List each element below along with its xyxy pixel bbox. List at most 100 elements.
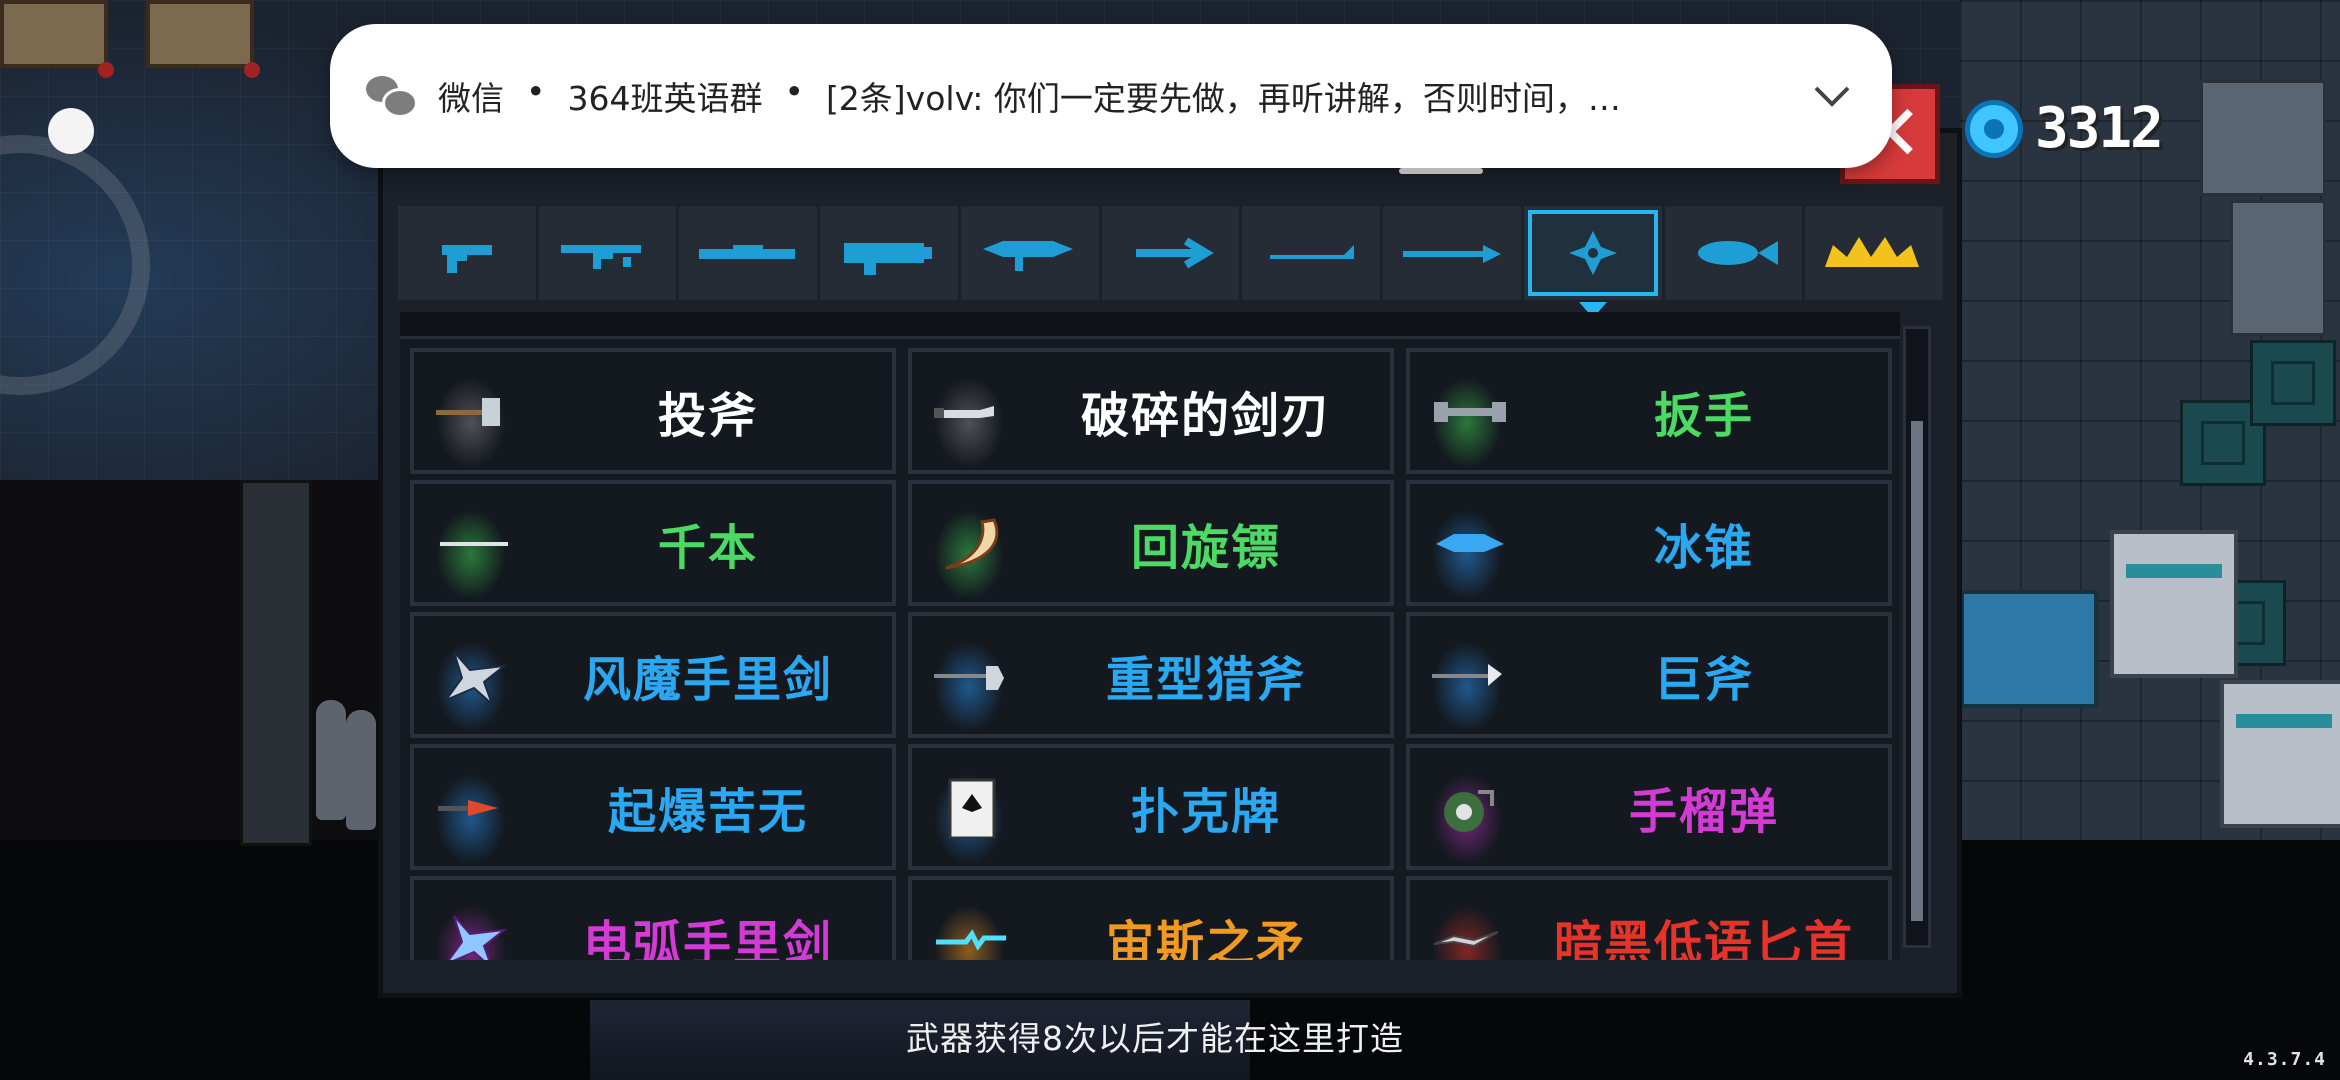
weapon-item[interactable]: 宙斯之矛 [908,876,1394,960]
zeus-spear-icon [930,910,1014,960]
cabinet-prop [2110,530,2238,678]
notification-text: 微信 • 364班英语群 • [2条]volv: 你们一定要先做，再听讲解，否则… [438,72,1788,120]
weapon-name: 扑克牌 [1130,784,1281,840]
weapon-list-scrollbar[interactable] [1903,326,1931,948]
weapon-list[interactable]: 投斧 破碎的剑刃 扳手千本 回旋镖 冰锥风魔手里剑 重型猎斧 巨斧起爆苦无 扑克牌 手榴弹电弧手… [400,312,1900,960]
weapon-item[interactable]: 扳手 [1406,348,1892,474]
throwing-star-icon [1568,231,1617,275]
weapon-item[interactable]: 扑克牌 [908,744,1394,870]
weapon-name: 投斧 [657,388,758,444]
weapon-name: 千本 [657,520,758,576]
notification-banner[interactable]: 微信 • 364班英语群 • [2条]volv: 你们一定要先做，再听讲解，否则… [330,24,1892,174]
drag-handle[interactable] [1399,168,1483,174]
dark-whisper-dagger-icon [1428,910,1512,960]
wall-certificate [0,0,114,78]
weapon-item[interactable]: 重型猎斧 [908,612,1394,738]
wechat-icon [366,74,418,118]
weapon-tab[interactable] [1523,206,1662,318]
gem-counter: 3312 [1965,96,2164,161]
weapon-tab[interactable] [1664,206,1803,300]
weapon-item[interactable]: 巨斧 [1406,612,1892,738]
weapon-tab[interactable] [1805,206,1944,300]
poker-card-icon [930,778,1014,838]
explosive-kunai-icon [432,778,516,838]
chevron-down-icon[interactable] [1812,76,1852,116]
fish-icon [1698,241,1779,265]
assault-rifle-icon [560,245,641,269]
weapon-name: 电弧手里剑 [582,916,833,960]
weapon-grid: 投斧 破碎的剑刃 扳手千本 回旋镖 冰锥风魔手里剑 重型猎斧 巨斧起爆苦无 扑克牌 手榴弹电弧手… [410,348,1892,960]
senbon-needle-icon [432,514,516,574]
gas-tank-prop [316,700,346,820]
scrollbar-thumb[interactable] [1911,421,1923,921]
weapon-tab[interactable] [1383,206,1521,300]
list-top-edge [400,312,1900,339]
grenade-icon [1428,778,1512,838]
boomerang-icon [930,514,1014,574]
notification-message: [2条]volv: 你们一定要先做，再听讲解，否则时间，… [825,79,1621,118]
weapon-item[interactable]: 回旋镖 [908,480,1394,606]
weapon-item[interactable]: 电弧手里剑 [410,876,896,960]
gem-count: 3312 [2035,96,2164,161]
weapon-item[interactable]: 千本 [410,480,896,606]
weapon-name: 风魔手里剑 [582,652,833,708]
version-label: 4.3.7.4 [2243,1049,2326,1070]
giant-axe-icon [1428,646,1512,706]
weapon-item[interactable]: 冰锥 [1406,480,1892,606]
weapon-tab[interactable] [1242,206,1381,300]
weapon-name: 巨斧 [1653,652,1754,708]
weapon-tab[interactable] [679,206,818,300]
weapon-name: 宙斯之矛 [1105,916,1306,960]
wrench-icon [1428,382,1512,442]
forge-hint: 武器获得8次以后才能在这里打造 [906,1019,1404,1058]
gem-icon [1965,99,2023,158]
weapon-name: 扳手 [1653,388,1754,444]
shotgun-icon [699,245,796,259]
locker-prop [2200,80,2326,196]
weapon-name: 破碎的剑刃 [1080,388,1331,444]
laser-cannon-icon [844,243,933,275]
weapon-tab[interactable] [960,206,1099,300]
ice-cone-icon [1428,514,1512,574]
weapon-item[interactable]: 投斧 [410,348,896,474]
blade-icon [1270,245,1355,259]
separator-dot: • [526,72,546,111]
machine-prop [240,480,312,846]
pistol-icon [441,245,492,273]
cabinet-prop [2220,680,2340,828]
heavy-hunting-axe-icon [930,646,1014,706]
weapon-tab[interactable] [1101,206,1240,300]
notification-app: 微信 [438,79,504,118]
weapon-name: 重型猎斧 [1105,652,1306,708]
separator-dot: • [784,72,804,111]
locker-prop [2230,200,2326,336]
weapon-item[interactable]: 起爆苦无 [410,744,896,870]
wall-certificate [146,0,260,78]
weapon-tab[interactable] [538,206,677,300]
arc-shuriken-icon [432,910,516,960]
joystick-knob[interactable] [48,108,94,154]
broken-blade-icon [930,382,1014,442]
crown-icon [1825,237,1920,267]
notification-group: 364班英语群 [567,79,763,118]
weapon-name: 冰锥 [1653,520,1754,576]
weapon-item[interactable]: 风魔手里剑 [410,612,896,738]
weapon-item[interactable]: 暗黑低语匕首 [1406,876,1892,960]
spear-icon [1403,245,1501,263]
bow-arrow-icon [1135,237,1214,269]
weapon-tab[interactable] [398,206,536,300]
fuma-shuriken-icon [432,646,516,706]
crate-prop [2250,340,2336,426]
weapon-item[interactable]: 破碎的剑刃 [908,348,1394,474]
weapon-category-tabs [398,206,1944,318]
throwing-axe-icon [432,382,516,442]
blueprint-prop [1960,590,2098,708]
weapon-item[interactable]: 手榴弹 [1406,744,1892,870]
weapon-name: 暗黑低语匕首 [1553,916,1854,960]
weapon-name: 回旋镖 [1130,520,1281,576]
weapon-name: 手榴弹 [1628,784,1779,840]
energy-rifle-icon [982,241,1073,271]
gas-tank-prop [346,710,376,830]
weapon-tab[interactable] [820,206,958,300]
weapon-name: 起爆苦无 [607,784,808,840]
